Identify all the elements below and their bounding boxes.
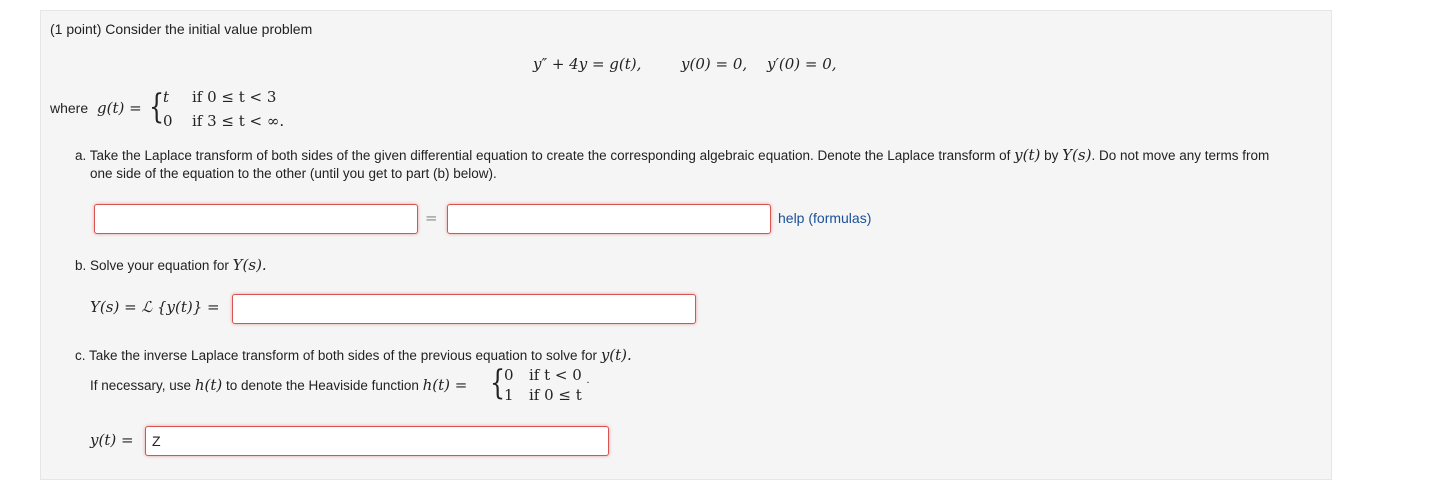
part-c-text: c. Take the inverse Laplace transform of… <box>75 346 632 364</box>
part-a-text-line1: a. Take the Laplace transform of both si… <box>75 146 1270 164</box>
g-case-2-condition: if 3 ≤ t < ∞. <box>192 112 285 130</box>
part-b-text: b. Solve your equation for Y(s). <box>75 256 267 274</box>
h-case-2-value: 1 <box>504 386 514 404</box>
part-c-lhs: y(t) = <box>90 431 134 449</box>
ode-equation: y″ + 4y = g(t), <box>533 55 642 73</box>
g-case-2-value: 0 <box>163 112 173 130</box>
part-b-lhs: Y(s) = ℒ {y(t)} = <box>90 298 220 316</box>
g-case-1-value: t <box>163 88 170 106</box>
left-brace-icon: { <box>149 87 165 127</box>
h-case-1-condition: if t < 0 <box>529 366 582 384</box>
laplace-lhs-input[interactable] <box>94 204 418 234</box>
heaviside-note: If necessary, use h(t) to denote the Hea… <box>90 376 468 394</box>
part-a-text-line2: one side of the equation to the other (u… <box>90 166 497 181</box>
help-formulas-link[interactable]: help (formulas) <box>778 210 871 226</box>
g-case-1-condition: if 0 ≤ t < 3 <box>192 88 277 106</box>
initial-condition-1: y(0) = 0, <box>681 55 748 73</box>
laplace-rhs-input[interactable] <box>447 204 771 234</box>
yt-answer-input[interactable] <box>145 426 609 456</box>
trailing-dot: ˙ <box>585 380 591 394</box>
problem-panel <box>40 10 1332 480</box>
problem-intro: (1 point) Consider the initial value pro… <box>50 21 313 37</box>
h-case-1-value: 0 <box>504 366 514 384</box>
g-lhs: g(t) = <box>97 99 142 117</box>
equals-sign: = <box>425 209 438 227</box>
heaviside-brace-icon: { <box>490 363 506 403</box>
h-case-2-condition: if 0 ≤ t <box>529 386 582 404</box>
initial-condition-2: y′(0) = 0, <box>767 55 837 73</box>
where-label: where <box>50 100 89 116</box>
Ys-answer-input[interactable] <box>232 294 696 324</box>
